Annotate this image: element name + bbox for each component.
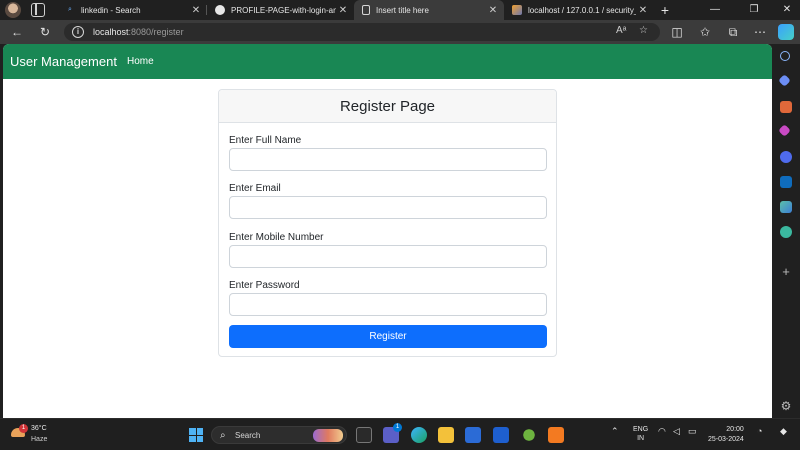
full-name-input[interactable] (229, 148, 547, 171)
url-host: localhost (93, 27, 129, 37)
search-icon: ⌕ (220, 430, 226, 441)
page-icon (362, 5, 370, 15)
weather-temperature: 36°C (31, 425, 47, 432)
full-name-label: Enter Full Name (229, 135, 302, 146)
more-options-icon[interactable]: ⋯ (751, 23, 769, 41)
wifi-icon[interactable]: ◠ (658, 426, 666, 437)
refresh-icon[interactable]: ↻ (36, 23, 54, 41)
password-label: Enter Password (229, 280, 300, 291)
language-code: ENG (633, 426, 649, 433)
search-icon[interactable] (780, 51, 790, 61)
phpmyadmin-icon (512, 5, 522, 15)
spring-tools-icon[interactable] (521, 427, 537, 443)
web-page: User Management Home Register Page Enter… (3, 44, 772, 418)
profile-avatar[interactable] (5, 2, 21, 18)
email-label: Enter Email (229, 183, 281, 194)
navbar: User Management Home (3, 44, 772, 79)
search-placeholder: Search (235, 431, 261, 440)
url-path: :8080/register (128, 27, 184, 37)
outlook-icon[interactable] (780, 176, 792, 188)
microsoft-store-icon[interactable] (465, 427, 481, 443)
windows-start-icon[interactable] (189, 428, 203, 442)
mobile-number-label: Enter Mobile Number (229, 232, 324, 243)
whatsapp-icon[interactable] (780, 226, 792, 238)
system-clock[interactable]: 20:00 25-03-2024 (708, 425, 744, 445)
add-icon[interactable]: + (780, 265, 792, 278)
favorites-icon[interactable]: ✩ (696, 23, 714, 41)
microsoft-365-icon[interactable] (780, 151, 792, 163)
notification-bell-icon[interactable]: ◔ (757, 426, 762, 436)
clock-time: 20:00 (726, 426, 744, 433)
games-icon[interactable] (778, 124, 791, 137)
tab-insert-title-here[interactable]: Insert title here ✕ (354, 0, 504, 20)
clock-date: 25-03-2024 (708, 436, 744, 443)
show-hidden-icons-chevron-icon[interactable]: ⌃ (611, 426, 619, 437)
tab-title: Insert title here (376, 5, 429, 15)
browser-tab-strip: ⌕ linkedin - Search ✕ PROFILE-PAGE-with-… (0, 0, 800, 20)
collections-icon[interactable]: ⧉ (724, 23, 742, 41)
battery-icon[interactable]: ▭ (688, 426, 697, 437)
favorite-star-icon[interactable]: ☆ (639, 25, 648, 36)
taskbar-search-box[interactable]: ⌕ Search (211, 426, 347, 444)
close-icon[interactable]: ✕ (636, 5, 650, 16)
close-window-icon[interactable]: ✕ (777, 2, 797, 18)
close-icon[interactable]: ✕ (336, 5, 350, 16)
tab-github-profile-page[interactable]: PROFILE-PAGE-with-login-and-si ✕ (207, 0, 354, 20)
region-code: IN (637, 435, 645, 442)
read-aloud-icon[interactable]: Aᵃ (616, 25, 626, 36)
task-view-icon[interactable] (356, 427, 372, 443)
notification-badge: 1 (19, 424, 28, 433)
mobile-number-input[interactable] (229, 245, 547, 268)
drop-icon[interactable] (780, 201, 792, 213)
windows-taskbar: 1 36°C Haze ⌕ Search 1 ⌃ ENG IN ◠ ◁ ▭ 20… (0, 418, 800, 450)
minimize-icon[interactable]: — (705, 2, 725, 18)
edge-sidebar: + ⚙ (772, 44, 800, 418)
back-arrow-icon[interactable]: ← (8, 23, 26, 41)
xampp-icon[interactable] (548, 427, 564, 443)
restore-icon[interactable]: ❐ (744, 2, 764, 18)
visual-studio-code-icon[interactable] (493, 427, 509, 443)
github-icon (215, 5, 225, 15)
search-highlight-icon (313, 429, 343, 442)
site-info-icon[interactable]: i (72, 26, 84, 38)
notification-badge: 1 (393, 423, 402, 432)
volume-icon[interactable]: ◁ (673, 426, 680, 437)
split-screen-icon[interactable]: ◫ (668, 23, 686, 41)
copilot-icon[interactable] (778, 24, 794, 40)
tab-title: PROFILE-PAGE-with-login-and-si (231, 5, 336, 15)
tab-linkedin-search[interactable]: ⌕ linkedin - Search ✕ (57, 0, 207, 20)
copilot-taskbar-icon[interactable]: ◆ (780, 426, 787, 437)
tab-phpmyadmin[interactable]: localhost / 127.0.0.1 / security_d ✕ (504, 0, 654, 20)
shopping-tag-icon[interactable] (778, 74, 791, 87)
language-indicator[interactable]: ENG IN (633, 425, 648, 443)
close-icon[interactable]: ✕ (189, 5, 203, 16)
url-text[interactable]: localhost:8080/register (93, 27, 184, 37)
new-tab-button[interactable]: + (657, 1, 673, 19)
card-title: Register Page (219, 90, 556, 123)
email-input[interactable] (229, 196, 547, 219)
register-button[interactable]: Register (229, 325, 547, 348)
tab-actions-icon[interactable] (31, 3, 45, 17)
settings-gear-icon[interactable]: ⚙ (780, 400, 792, 412)
file-explorer-icon[interactable] (438, 427, 454, 443)
weather-description: Haze (31, 436, 48, 443)
navbar-brand[interactable]: User Management (10, 54, 117, 69)
tools-icon[interactable] (780, 101, 792, 113)
search-icon: ⌕ (68, 6, 72, 13)
nav-link-home[interactable]: Home (127, 56, 154, 67)
close-icon[interactable]: ✕ (486, 5, 500, 16)
tab-title: localhost / 127.0.0.1 / security_d (528, 5, 636, 15)
browser-toolbar: ← ↻ i localhost:8080/register Aᵃ ☆ ◫ ✩ ⧉… (0, 20, 800, 44)
register-card: Register Page Enter Full Name Enter Emai… (218, 89, 557, 357)
edge-icon[interactable] (411, 427, 427, 443)
address-bar[interactable]: i localhost:8080/register Aᵃ ☆ (64, 23, 660, 41)
password-input[interactable] (229, 293, 547, 316)
tab-title: linkedin - Search (81, 5, 141, 15)
